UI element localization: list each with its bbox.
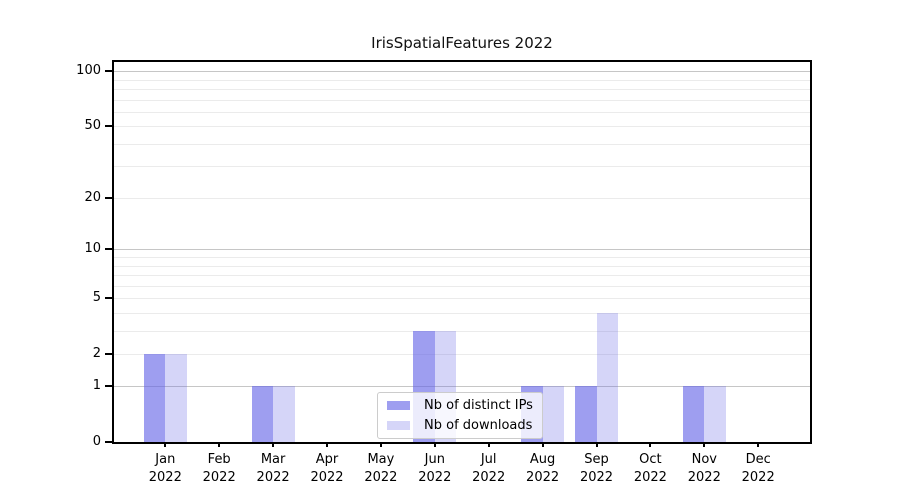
x-tick — [703, 442, 705, 447]
legend-label-distinct-ips: Nb of distinct IPs — [424, 398, 533, 413]
x-tick-label: Nov2022 — [674, 451, 734, 486]
y-tick — [105, 441, 112, 443]
x-tick — [649, 442, 651, 447]
y-gridline-minor — [114, 275, 810, 276]
y-gridline-minor — [114, 198, 810, 199]
bar-nov-ips — [683, 386, 705, 442]
x-tick-label: Dec2022 — [728, 451, 788, 486]
y-tick-label: 10 — [37, 240, 101, 258]
y-gridline-minor — [114, 89, 810, 90]
y-gridline-minor — [114, 126, 810, 127]
x-tick — [434, 442, 436, 447]
legend: Nb of distinct IPs Nb of downloads — [377, 392, 543, 439]
legend-label-downloads: Nb of downloads — [424, 418, 532, 433]
x-tick — [326, 442, 328, 447]
y-tick-label: 20 — [37, 189, 101, 207]
x-tick — [272, 442, 274, 447]
y-gridline-minor — [114, 354, 810, 355]
x-tick-label: Mar2022 — [243, 451, 303, 486]
x-tick — [596, 442, 598, 447]
y-gridline-minor — [114, 144, 810, 145]
y-gridline-minor — [114, 80, 810, 81]
y-tick-label: 2 — [37, 345, 101, 363]
y-gridline-minor — [114, 266, 810, 267]
y-gridline-major — [114, 71, 810, 72]
x-tick — [218, 442, 220, 447]
y-tick-label: 5 — [37, 289, 101, 307]
x-tick — [757, 442, 759, 447]
bar-jan-ips — [144, 354, 166, 442]
x-tick-label: Jan2022 — [135, 451, 195, 486]
bar-mar-ips — [252, 386, 274, 442]
chart-title: IrisSpatialFeatures 2022 — [112, 34, 812, 52]
y-gridline-major — [114, 249, 810, 250]
bar-sep-downloads — [597, 313, 619, 442]
x-tick — [542, 442, 544, 447]
bar-mar-downloads — [273, 386, 295, 442]
y-tick — [105, 197, 112, 199]
y-gridline-minor — [114, 313, 810, 314]
y-gridline-minor — [114, 286, 810, 287]
y-gridline-minor — [114, 298, 810, 299]
y-gridline-minor — [114, 166, 810, 167]
legend-entry-distinct-ips: Nb of distinct IPs — [387, 398, 533, 413]
bar-sep-ips — [575, 386, 597, 442]
y-tick-label: 100 — [37, 62, 101, 80]
y-tick — [105, 353, 112, 355]
y-tick — [105, 297, 112, 299]
x-tick-label: Aug2022 — [513, 451, 573, 486]
bar-aug-downloads — [543, 386, 565, 442]
x-tick — [488, 442, 490, 447]
y-tick-label: 0 — [37, 433, 101, 451]
y-gridline-minor — [114, 331, 810, 332]
y-tick-label: 1 — [37, 377, 101, 395]
y-tick — [105, 125, 112, 127]
x-tick-label: Sep2022 — [567, 451, 627, 486]
y-tick — [105, 70, 112, 72]
plot-area: Nb of distinct IPs Nb of downloads — [112, 60, 812, 444]
x-tick-label: Jun2022 — [405, 451, 465, 486]
y-tick — [105, 385, 112, 387]
y-tick — [105, 248, 112, 250]
bar-jan-downloads — [165, 354, 187, 442]
x-tick — [380, 442, 382, 447]
x-tick-label: Jul2022 — [459, 451, 519, 486]
legend-swatch-downloads — [387, 421, 410, 430]
x-tick-label: Apr2022 — [297, 451, 357, 486]
x-tick — [164, 442, 166, 447]
legend-swatch-distinct-ips — [387, 401, 410, 410]
y-gridline-minor — [114, 100, 810, 101]
y-gridline-minor — [114, 257, 810, 258]
legend-entry-downloads: Nb of downloads — [387, 418, 533, 433]
y-gridline-minor — [114, 112, 810, 113]
bar-nov-downloads — [704, 386, 726, 442]
y-tick-label: 50 — [37, 117, 101, 135]
x-tick-label: Feb2022 — [189, 451, 249, 486]
x-tick-label: May2022 — [351, 451, 411, 486]
x-tick-label: Oct2022 — [620, 451, 680, 486]
chart-figure: IrisSpatialFeatures 2022 Nb of distinct … — [0, 0, 900, 500]
